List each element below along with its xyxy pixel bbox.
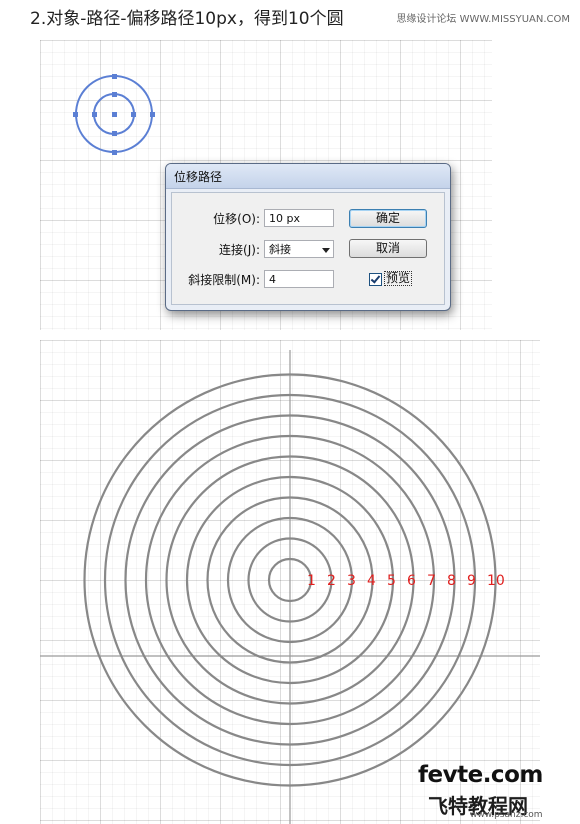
ring-number-10: 10 <box>487 573 505 589</box>
ring-number-3: 3 <box>347 573 356 589</box>
ring-number-1: 1 <box>307 573 316 589</box>
concentric-rings <box>40 350 540 824</box>
ring-number-5: 5 <box>387 573 396 589</box>
footer-url: www.psahz.com <box>470 810 543 820</box>
footer-brand: fevte.com <box>418 762 543 788</box>
ring-number-7: 7 <box>427 573 436 589</box>
ring-number-6: 6 <box>407 573 416 589</box>
ring-number-2: 2 <box>327 573 336 589</box>
ring-number-4: 4 <box>367 573 376 589</box>
ring-number-9: 9 <box>467 573 476 589</box>
ring-number-8: 8 <box>447 573 456 589</box>
